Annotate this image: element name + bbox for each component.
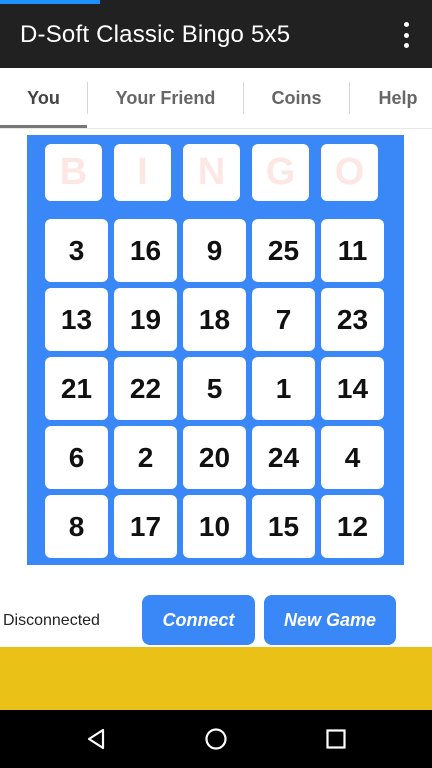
bingo-cell[interactable]: 25 — [252, 219, 315, 282]
bingo-cell[interactable]: 23 — [321, 288, 384, 351]
cell-number: 13 — [60, 303, 93, 335]
cell-number: 11 — [337, 234, 368, 266]
header-letter: B — [59, 151, 88, 193]
cell-number: 16 — [129, 234, 162, 266]
cell-number: 9 — [206, 234, 223, 266]
system-nav-bar — [0, 710, 432, 768]
bingo-cell[interactable]: 15 — [252, 495, 315, 558]
cell-number: 14 — [336, 372, 369, 404]
bingo-cell[interactable]: 4 — [321, 426, 384, 489]
cell-number: 12 — [336, 510, 369, 542]
recents-icon[interactable] — [324, 727, 348, 751]
bingo-cell[interactable]: 5 — [183, 357, 246, 420]
ad-banner[interactable] — [0, 647, 432, 710]
bingo-cell[interactable]: 22 — [114, 357, 177, 420]
tab-bar: You Your Friend Coins Help — [0, 68, 432, 129]
cell-number: 23 — [336, 303, 369, 335]
cell-number: 15 — [267, 510, 300, 542]
tab-label: You — [27, 88, 60, 108]
header-letter: I — [137, 151, 148, 193]
bingo-cell[interactable]: 1 — [252, 357, 315, 420]
bingo-cell[interactable]: 9 — [183, 219, 246, 282]
tab-help[interactable]: Help — [350, 68, 432, 128]
header-cell-g: G — [252, 144, 309, 201]
cell-number: 18 — [198, 303, 231, 335]
cell-number: 2 — [137, 441, 154, 473]
cell-number: 6 — [68, 441, 85, 473]
bingo-cell[interactable]: 16 — [114, 219, 177, 282]
tab-label: Help — [378, 88, 418, 108]
bingo-cell[interactable]: 6 — [45, 426, 108, 489]
header-letter: N — [197, 151, 226, 193]
bingo-cell[interactable]: 13 — [45, 288, 108, 351]
cell-number: 1 — [275, 372, 292, 404]
cell-number: 22 — [129, 372, 162, 404]
tab-label: Coins — [271, 88, 322, 108]
bingo-cell[interactable]: 7 — [252, 288, 315, 351]
connection-status: Disconnected — [3, 612, 100, 629]
active-tab-indicator — [0, 125, 87, 128]
bingo-cell[interactable]: 2 — [114, 426, 177, 489]
overflow-menu-icon[interactable] — [396, 22, 416, 48]
cell-number: 20 — [198, 441, 231, 473]
bingo-cell[interactable]: 21 — [45, 357, 108, 420]
bingo-board: B I N G O 3 16 9 25 11 13 19 18 7 23 21 … — [27, 135, 404, 565]
cell-number: 19 — [129, 303, 162, 335]
app-bar: D-Soft Classic Bingo 5x5 — [0, 0, 432, 68]
cell-number: 25 — [267, 234, 300, 266]
home-icon[interactable] — [204, 727, 228, 751]
bingo-cell[interactable]: 10 — [183, 495, 246, 558]
header-letter: G — [265, 151, 296, 193]
bingo-cell[interactable]: 18 — [183, 288, 246, 351]
tab-your-friend[interactable]: Your Friend — [88, 68, 243, 128]
header-cell-i: I — [114, 144, 171, 201]
cell-number: 4 — [344, 441, 361, 473]
cell-number: 24 — [267, 441, 300, 473]
tab-label: Your Friend — [115, 88, 216, 108]
bingo-cell[interactable]: 8 — [45, 495, 108, 558]
header-cell-b: B — [45, 144, 102, 201]
tab-coins[interactable]: Coins — [244, 68, 349, 128]
bingo-cell[interactable]: 17 — [114, 495, 177, 558]
cell-number: 3 — [68, 234, 85, 266]
new-game-button[interactable]: New Game — [264, 595, 396, 645]
bingo-cell[interactable]: 14 — [321, 357, 384, 420]
progress-indicator — [0, 0, 100, 4]
cell-number: 7 — [275, 303, 292, 335]
tab-you[interactable]: You — [0, 68, 87, 128]
bingo-cell[interactable]: 19 — [114, 288, 177, 351]
bingo-cell[interactable]: 24 — [252, 426, 315, 489]
app-title: D-Soft Classic Bingo 5x5 — [20, 21, 291, 48]
cell-number: 17 — [129, 510, 162, 542]
cell-number: 8 — [68, 510, 85, 542]
bingo-cell[interactable]: 12 — [321, 495, 384, 558]
bingo-cell[interactable]: 20 — [183, 426, 246, 489]
header-cell-n: N — [183, 144, 240, 201]
bingo-cell[interactable]: 3 — [45, 219, 108, 282]
cell-number: 5 — [206, 372, 223, 404]
cell-number: 21 — [60, 372, 93, 404]
cell-number: 10 — [198, 510, 231, 542]
header-letter: O — [334, 151, 365, 193]
header-cell-o: O — [321, 144, 378, 201]
bingo-cell[interactable]: 11 — [321, 219, 384, 282]
connect-button[interactable]: Connect — [142, 595, 255, 645]
back-icon[interactable] — [84, 727, 108, 751]
